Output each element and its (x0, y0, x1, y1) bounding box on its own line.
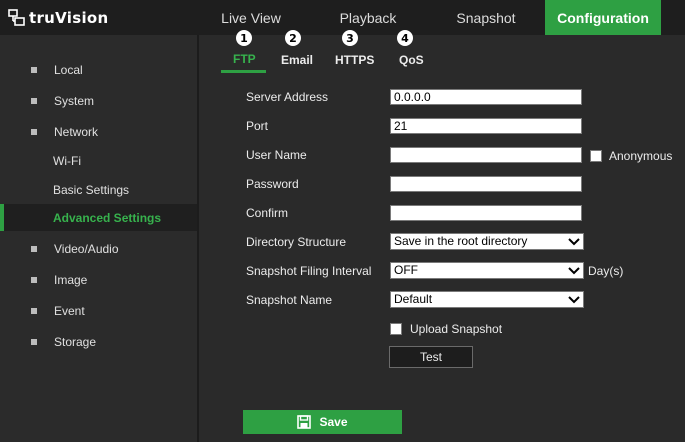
password-input[interactable] (390, 176, 582, 192)
upload-snapshot-label: Upload Snapshot (410, 322, 503, 336)
nav-snapshot[interactable]: Snapshot (440, 0, 532, 35)
sidebar-item-advanced-settings[interactable]: Advanced Settings (0, 204, 197, 231)
snapshot-interval-label: Snapshot Filing Interval (246, 264, 372, 278)
snapshot-name-select[interactable]: Default (390, 291, 584, 308)
sidebar-item-label: Video/Audio (54, 241, 119, 256)
snapshot-interval-value: OFF (394, 263, 418, 277)
callout-badge-3: 3 (342, 30, 358, 46)
sidebar-item-system[interactable]: System (0, 87, 197, 114)
password-label: Password (246, 177, 299, 191)
confirm-label: Confirm (246, 206, 289, 220)
chevron-down-icon (568, 266, 580, 274)
sidebar-item-network[interactable]: Network (0, 118, 197, 145)
sidebar-item-video-audio[interactable]: Video/Audio (0, 235, 197, 262)
snapshot-interval-unit: Day(s) (588, 264, 624, 278)
user-name-input[interactable] (390, 147, 582, 163)
user-name-label: User Name (246, 148, 307, 162)
anonymous-label: Anonymous (609, 149, 673, 163)
callout-badge-4: 4 (397, 30, 413, 46)
bullet-icon (31, 307, 37, 314)
nav-playback[interactable]: Playback (322, 0, 414, 35)
server-address-input[interactable]: 0.0.0.0 (390, 89, 582, 105)
test-button[interactable]: Test (389, 346, 473, 368)
directory-structure-value: Save in the root directory (394, 234, 528, 248)
tab-qos[interactable]: QoS (399, 53, 424, 67)
sidebar-item-label: Wi-Fi (53, 153, 81, 168)
anonymous-checkbox[interactable] (590, 150, 602, 162)
sidebar-item-local[interactable]: Local (0, 56, 197, 83)
directory-structure-label: Directory Structure (246, 235, 347, 249)
sidebar-item-label: Image (54, 272, 88, 287)
sidebar-item-label: Local (54, 62, 83, 77)
sidebar: Local System Network Wi-Fi Basic Setting… (0, 35, 199, 442)
floppy-disk-icon (297, 415, 312, 429)
chevron-down-icon (568, 295, 580, 303)
bullet-icon (31, 245, 37, 252)
tab-email[interactable]: Email (281, 53, 313, 67)
bullet-icon (31, 338, 37, 345)
bullet-icon (31, 97, 37, 104)
bullet-icon (31, 128, 37, 135)
snapshot-name-value: Default (394, 292, 433, 306)
chevron-down-icon (568, 237, 580, 245)
callout-badge-2: 2 (285, 30, 301, 46)
bullet-icon (31, 66, 37, 73)
brand-logo: truVision (8, 7, 109, 29)
save-button-label: Save (319, 415, 348, 429)
sidebar-item-basic-settings[interactable]: Basic Settings (0, 176, 197, 203)
sidebar-item-label: Basic Settings (53, 182, 130, 197)
nav-configuration[interactable]: Configuration (545, 0, 661, 35)
logo-text: truVision (29, 9, 109, 27)
port-label: Port (246, 119, 269, 133)
port-input[interactable]: 21 (390, 118, 582, 134)
network-camera-icon (8, 9, 25, 26)
top-header: truVision Live View Playback Snapshot Co… (0, 0, 685, 35)
confirm-password-input[interactable] (390, 205, 582, 221)
sidebar-item-wifi[interactable]: Wi-Fi (0, 147, 197, 174)
sidebar-item-storage[interactable]: Storage (0, 328, 197, 355)
bullet-icon (31, 276, 37, 283)
nav-live-view[interactable]: Live View (205, 0, 297, 35)
sidebar-item-label: System (54, 93, 95, 108)
callout-badge-1: 1 (236, 30, 252, 46)
sidebar-item-label: Event (54, 303, 85, 318)
save-button[interactable]: Save (243, 410, 402, 434)
sidebar-item-label: Storage (54, 334, 97, 349)
sidebar-item-event[interactable]: Event (0, 297, 197, 324)
tab-https[interactable]: HTTPS (335, 53, 374, 67)
server-address-label: Server Address (246, 90, 329, 104)
upload-snapshot-checkbox[interactable] (390, 323, 402, 335)
directory-structure-select[interactable]: Save in the root directory (390, 233, 584, 250)
tab-ftp[interactable]: FTP (233, 52, 256, 66)
sidebar-item-label: Advanced Settings (53, 210, 162, 225)
snapshot-name-label: Snapshot Name (246, 293, 333, 307)
sidebar-item-label: Network (54, 124, 99, 139)
snapshot-interval-select[interactable]: OFF (390, 262, 584, 279)
active-tab-indicator (221, 70, 266, 73)
sidebar-item-image[interactable]: Image (0, 266, 197, 293)
